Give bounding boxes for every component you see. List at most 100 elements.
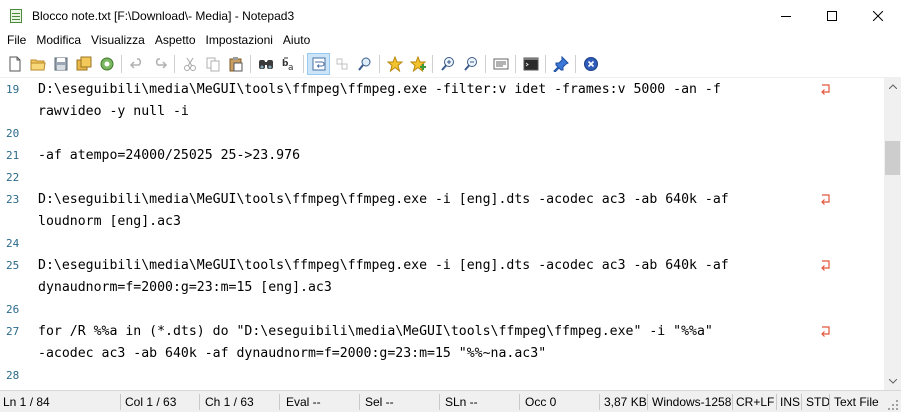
minimize-button[interactable] — [763, 0, 809, 31]
zoom-in-button[interactable] — [436, 53, 459, 75]
browse-icon — [100, 57, 113, 70]
menu-modifica[interactable]: Modifica — [31, 31, 86, 50]
scroll-down-arrow[interactable] — [884, 373, 901, 390]
line-text[interactable]: loudnorm [eng].ac3 — [38, 211, 181, 233]
status-selection[interactable]: Sel -- — [362, 391, 394, 412]
maximize-button[interactable] — [809, 0, 855, 31]
save-all-button[interactable] — [72, 53, 95, 75]
status-encoding[interactable]: Windows-1258 — [649, 391, 731, 412]
find-icon — [258, 59, 273, 69]
editor-line[interactable]: 28 — [0, 365, 884, 387]
wrap-indicator-icon — [821, 84, 830, 95]
status-eval[interactable]: Eval -- — [283, 391, 321, 412]
line-number: 21 — [6, 149, 20, 162]
status-std[interactable]: STD — [803, 391, 830, 412]
editor-line[interactable]: 26 — [0, 299, 884, 321]
line-number: 23 — [6, 193, 20, 206]
status-insert-mode[interactable]: INS — [777, 391, 800, 412]
add-favorite-button[interactable] — [406, 53, 429, 75]
menu-aiuto[interactable]: Aiuto — [278, 31, 315, 50]
block-select-button[interactable] — [330, 53, 353, 75]
exit-button[interactable] — [579, 53, 602, 75]
menu-impostazioni[interactable]: Impostazioni — [201, 31, 278, 50]
status-occurrences[interactable]: Occ 0 — [522, 391, 556, 412]
vertical-scrollbar[interactable] — [884, 78, 901, 390]
line-number: 19 — [6, 83, 20, 96]
editor-line[interactable]: dynaudnorm=f=2000:g=23:m=15 [eng].ac3 — [0, 277, 884, 299]
editor-line[interactable]: 23 D:\eseguibili\media\MeGUI\tools\ffmpeg… — [0, 189, 884, 211]
editor-line[interactable]: 20 — [0, 123, 884, 145]
zoom-in-icon — [440, 56, 454, 71]
status-line[interactable]: Ln 1 / 84 — [0, 391, 50, 412]
editor-line[interactable]: 27 for /R %%a in (*.dts) do "D:\eseguibil… — [0, 321, 884, 343]
editor-line[interactable]: 19 D:\eseguibili\media\MeGUI\tools\ffmpeg… — [0, 79, 884, 101]
save-icon — [54, 57, 67, 70]
redo-button[interactable] — [148, 53, 171, 75]
new-file-icon — [9, 56, 20, 71]
find-zoom-button[interactable] — [353, 53, 376, 75]
open-button[interactable] — [26, 53, 49, 75]
new-file-button[interactable] — [3, 53, 26, 75]
line-number: 26 — [6, 303, 20, 316]
editor-line[interactable]: -acodec ac3 -ab 640k -af dynaudnorm=f=20… — [0, 343, 884, 365]
text-editor[interactable]: 19 D:\eseguibili\media\MeGUI\tools\ffmpeg… — [0, 78, 884, 390]
menu-file[interactable]: File — [0, 31, 31, 50]
zoom-icon — [357, 57, 370, 71]
copy-button[interactable] — [201, 53, 224, 75]
cut-button[interactable] — [178, 53, 201, 75]
status-lexer[interactable]: Text File — [831, 391, 879, 412]
line-number: 24 — [6, 237, 20, 250]
zoom-out-icon — [463, 56, 477, 71]
status-char[interactable]: Ch 1 / 63 — [202, 391, 254, 412]
undo-button[interactable] — [125, 53, 148, 75]
line-text[interactable]: -af atempo=24000/25025 25->23.976 — [38, 145, 300, 167]
browse-button[interactable] — [95, 53, 118, 75]
schemes-button[interactable] — [489, 53, 512, 75]
line-text[interactable]: dynaudnorm=f=2000:g=23:m=15 [eng].ac3 — [38, 277, 332, 299]
menu-visualizza[interactable]: Visualizza — [86, 31, 150, 50]
status-bar: Ln 1 / 84 Col 1 / 63 Ch 1 / 63 Eval -- S… — [0, 390, 901, 412]
save-button[interactable] — [49, 53, 72, 75]
paste-icon — [229, 56, 242, 71]
editor-line[interactable]: 25 D:\eseguibili\media\MeGUI\tools\ffmpeg… — [0, 255, 884, 277]
minimize-icon — [781, 15, 791, 17]
wrap-indicator-icon — [821, 194, 830, 205]
zoom-out-button[interactable] — [459, 53, 482, 75]
word-wrap-button[interactable] — [307, 52, 330, 75]
line-text[interactable]: rawvideo -y null -i — [38, 101, 189, 123]
console-button[interactable] — [519, 53, 542, 75]
menu-aspetto[interactable]: Aspetto — [150, 31, 201, 50]
scroll-thumb[interactable] — [885, 141, 900, 175]
line-text[interactable]: D:\eseguibili\media\MeGUI\tools\ffmpeg\f… — [38, 79, 721, 101]
status-selected-lines[interactable]: SLn -- — [442, 391, 478, 412]
save-all-icon — [76, 56, 91, 70]
find-button[interactable] — [254, 53, 277, 75]
resize-grip-icon[interactable] — [888, 400, 899, 411]
copy-icon — [206, 57, 219, 71]
pin-button[interactable] — [549, 53, 572, 75]
favorites-button[interactable] — [383, 53, 406, 75]
editor-line[interactable]: 21 -af atempo=24000/25025 25->23.976 — [0, 145, 884, 167]
maximize-icon — [827, 10, 837, 21]
editor-line[interactable]: 22 — [0, 167, 884, 189]
status-column[interactable]: Col 1 / 63 — [122, 391, 176, 412]
add-favorite-icon — [409, 55, 426, 72]
editor-line[interactable]: loudnorm [eng].ac3 — [0, 211, 884, 233]
redo-icon — [155, 57, 167, 69]
replace-button[interactable]: ba — [277, 53, 300, 75]
close-x-icon — [873, 10, 883, 21]
editor-line[interactable]: rawvideo -y null -i — [0, 101, 884, 123]
status-file-size[interactable]: 3,87 KB — [601, 391, 647, 412]
line-text[interactable]: -acodec ac3 -ab 640k -af dynaudnorm=f=20… — [38, 343, 546, 365]
line-text[interactable]: D:\eseguibili\media\MeGUI\tools\ffmpeg\f… — [38, 255, 729, 277]
block-icon — [336, 58, 347, 69]
scroll-up-arrow[interactable] — [884, 78, 901, 95]
close-window-button[interactable] — [855, 0, 901, 31]
schemes-icon — [493, 58, 508, 69]
status-eol[interactable]: CR+LF — [733, 391, 774, 412]
undo-icon — [129, 57, 141, 69]
line-text[interactable]: for /R %%a in (*.dts) do "D:\eseguibili\… — [38, 321, 713, 343]
editor-line[interactable]: 24 — [0, 233, 884, 255]
paste-button[interactable] — [224, 53, 247, 75]
line-text[interactable]: D:\eseguibili\media\MeGUI\tools\ffmpeg\f… — [38, 189, 729, 211]
